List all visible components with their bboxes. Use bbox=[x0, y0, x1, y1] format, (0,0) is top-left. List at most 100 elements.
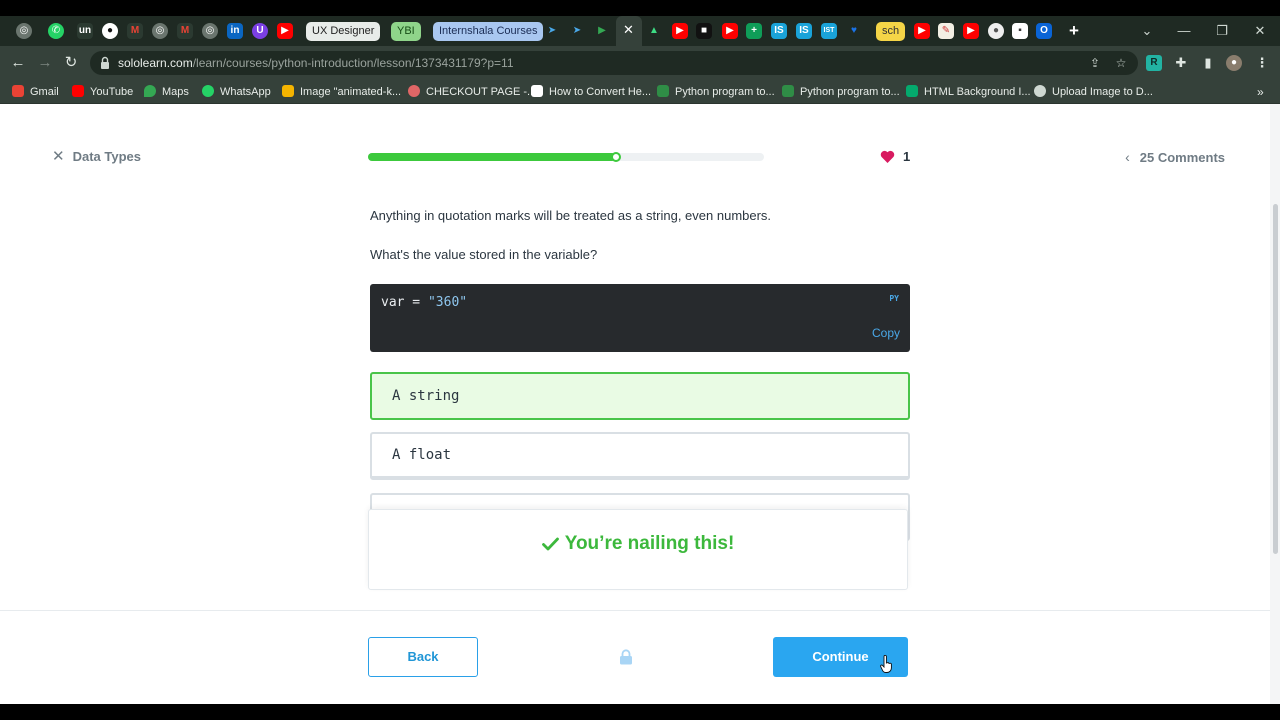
close-lesson-button[interactable]: ✕ Data Types bbox=[52, 148, 141, 166]
extension-r-icon[interactable]: R bbox=[1146, 55, 1162, 71]
lesson-progress-marker bbox=[610, 152, 621, 162]
browser-menu-icon[interactable]: ⋮ bbox=[1254, 55, 1270, 71]
maximize-icon[interactable]: ❐ bbox=[1203, 16, 1241, 46]
w3-icon bbox=[906, 85, 918, 97]
close-window-icon[interactable]: ✕ bbox=[1241, 16, 1279, 46]
hearts-count: 1 bbox=[903, 149, 911, 164]
omnibox[interactable]: sololearn.com/learn/courses/python-intro… bbox=[90, 51, 1138, 75]
screen: ◎ ✆ un ● M ◎ M ◎ in U ▶ UX Designer YBI … bbox=[0, 0, 1280, 720]
tab-youtube-icon-2[interactable]: ▶ bbox=[672, 23, 688, 39]
answer-option-float[interactable]: A float bbox=[370, 432, 910, 480]
tab-is-icon-2[interactable]: IS bbox=[796, 23, 812, 39]
bookmark-label: WhatsApp bbox=[220, 86, 271, 98]
tab-paint-icon[interactable]: ✎ bbox=[938, 23, 954, 39]
url-domain: sololearn.com bbox=[118, 56, 193, 70]
bookmark-star-icon[interactable]: ☆ bbox=[1114, 56, 1128, 70]
forward-arrow-icon[interactable]: → bbox=[36, 54, 54, 72]
maps-pin-icon bbox=[144, 85, 156, 97]
chevron-left-icon: ‹ bbox=[1125, 149, 1130, 165]
tab-search-icon[interactable]: ⌄ bbox=[1128, 16, 1166, 46]
new-tab-icon[interactable]: + bbox=[1066, 22, 1082, 39]
bookmark-label: Gmail bbox=[30, 86, 59, 98]
lesson-progress-fill bbox=[368, 153, 616, 161]
code-line: var = "360" bbox=[381, 295, 467, 310]
tab-youtube-icon-4[interactable]: ▶ bbox=[914, 23, 930, 39]
bookmark-label: Maps bbox=[162, 86, 189, 98]
feedback-text: You’re nailing this! bbox=[564, 533, 735, 554]
reload-icon[interactable]: ↻ bbox=[62, 54, 80, 72]
bookmark-label: Upload Image to D... bbox=[1052, 86, 1153, 98]
screen-bottom-edge bbox=[0, 704, 1280, 720]
tab-android-icon[interactable]: ▲ bbox=[646, 23, 662, 39]
tab-dark-icon[interactable]: ■ bbox=[696, 23, 712, 39]
bookmark-checkout[interactable]: CHECKOUT PAGE -... bbox=[408, 80, 536, 104]
tab-is-icon[interactable]: IS bbox=[771, 23, 787, 39]
share-icon[interactable]: ⇪ bbox=[1088, 56, 1102, 70]
comments-link[interactable]: ‹ 25 Comments bbox=[1125, 148, 1225, 166]
screen-top-edge bbox=[0, 0, 1280, 16]
code-variable: var = bbox=[381, 295, 428, 310]
bookmark-label: How to Convert He... bbox=[549, 86, 652, 98]
tab-heart-icon[interactable]: ♥ bbox=[846, 23, 862, 39]
youtube-icon bbox=[72, 85, 84, 97]
bookmark-image-animated[interactable]: Image "animated-k... bbox=[282, 80, 401, 104]
checkout-icon bbox=[408, 85, 420, 97]
checkmark-icon bbox=[541, 537, 559, 551]
answer-option-string[interactable]: A string bbox=[370, 372, 910, 420]
bookmark-maps[interactable]: Maps bbox=[144, 80, 189, 104]
whatsapp-icon bbox=[202, 85, 214, 97]
tab-circle-icon[interactable]: ● bbox=[988, 23, 1004, 39]
minimize-icon[interactable]: — bbox=[1165, 16, 1203, 46]
tab-strip-right: ▲ ▶ ■ ▶ + IS IS IST ♥ sch ▶ ✎ ▶ ● ▪ O + bbox=[0, 16, 1280, 46]
code-language-badge: PY bbox=[889, 294, 899, 303]
back-button[interactable]: Back bbox=[368, 637, 478, 677]
bookmark-label: Python program to... bbox=[800, 86, 900, 98]
footer-divider bbox=[0, 610, 1280, 611]
gmail-icon bbox=[12, 85, 24, 97]
bookmark-label: HTML Background I... bbox=[924, 86, 1031, 98]
star-icon bbox=[282, 85, 294, 97]
lesson-text: Anything in quotation marks will be trea… bbox=[370, 208, 772, 223]
tab-ist-icon[interactable]: IST bbox=[821, 23, 837, 39]
tab-sch[interactable]: sch bbox=[876, 22, 906, 41]
lesson-progress-bar bbox=[368, 152, 764, 162]
bookmark-label: Image "animated-k... bbox=[300, 86, 402, 98]
extensions-puzzle-icon[interactable]: ✚ bbox=[1173, 55, 1189, 71]
scrollbar-thumb[interactable] bbox=[1273, 204, 1278, 554]
gfg-icon bbox=[782, 85, 794, 97]
globe-icon bbox=[1034, 85, 1046, 97]
more-bookmarks-icon[interactable]: » bbox=[1257, 80, 1264, 104]
bookmark-youtube[interactable]: YouTube bbox=[72, 80, 133, 104]
tab-youtube-icon-3[interactable]: ▶ bbox=[722, 23, 738, 39]
tab-youtube-icon-5[interactable]: ▶ bbox=[963, 23, 979, 39]
copy-code-button[interactable]: Copy bbox=[872, 326, 900, 340]
code-block: var = "360" PY Copy bbox=[370, 284, 910, 352]
bookmark-html-bg[interactable]: HTML Background I... bbox=[906, 80, 1031, 104]
code-string-literal: "360" bbox=[427, 295, 468, 310]
tab-doc-icon[interactable]: ▪ bbox=[1012, 23, 1028, 39]
feedback-message: You’re nailing this! bbox=[369, 533, 907, 555]
gfg-icon bbox=[657, 85, 669, 97]
tab-outlook-icon[interactable]: O bbox=[1036, 23, 1052, 39]
alpha-icon bbox=[531, 85, 543, 97]
bookmark-python-1[interactable]: Python program to... bbox=[657, 80, 775, 104]
bookmark-label: Python program to... bbox=[675, 86, 775, 98]
url-path: /learn/courses/python-introduction/lesso… bbox=[192, 56, 514, 70]
heart-icon bbox=[880, 150, 895, 163]
lock-icon bbox=[101, 56, 109, 69]
lesson-title: Data Types bbox=[72, 149, 141, 164]
back-arrow-icon[interactable]: ← bbox=[9, 54, 27, 72]
profile-avatar[interactable]: ● bbox=[1226, 55, 1242, 71]
bookmark-whatsapp[interactable]: WhatsApp bbox=[202, 80, 271, 104]
bookmark-convert[interactable]: How to Convert He... bbox=[531, 80, 651, 104]
bookmark-upload-image[interactable]: Upload Image to D... bbox=[1034, 80, 1153, 104]
hearts-counter: 1 bbox=[880, 148, 910, 166]
side-panel-icon[interactable]: ▮ bbox=[1200, 55, 1216, 71]
tab-sheets-icon[interactable]: + bbox=[746, 23, 762, 39]
bookmark-gmail[interactable]: Gmail bbox=[12, 80, 59, 104]
bookmark-label: YouTube bbox=[90, 86, 134, 98]
url-text[interactable]: sololearn.com/learn/courses/python-intro… bbox=[118, 51, 514, 75]
bookmark-python-2[interactable]: Python program to... bbox=[782, 80, 900, 104]
hand-cursor-icon bbox=[880, 655, 892, 673]
page-scrollbar[interactable] bbox=[1270, 104, 1280, 704]
